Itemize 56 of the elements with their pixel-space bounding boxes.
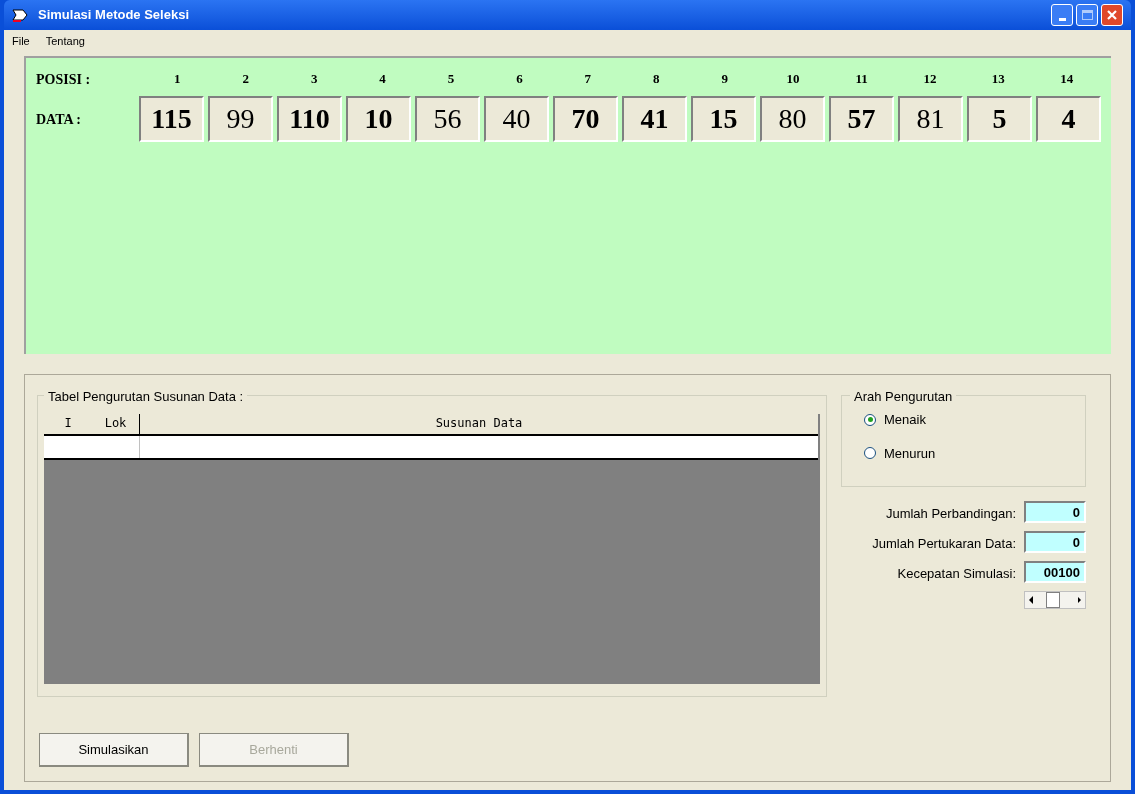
stat-field[interactable]: 0 <box>1024 531 1086 553</box>
position-number: 7 <box>583 70 593 89</box>
position-number: 5 <box>446 70 456 89</box>
position-number: 10 <box>785 70 801 89</box>
position-number: 4 <box>378 70 387 89</box>
position-number: 3 <box>309 70 319 89</box>
position-number: 2 <box>241 70 250 89</box>
data-cell: 10 <box>346 96 411 142</box>
position-number: 13 <box>990 70 1006 89</box>
radio-option[interactable]: Menurun <box>864 443 1085 463</box>
data-cell: 4 <box>1036 96 1101 142</box>
stat-label: Jumlah Pertukaran Data: <box>871 535 1016 553</box>
minimize-button[interactable] <box>1051 4 1073 26</box>
app-icon <box>12 7 30 23</box>
stat-label: Jumlah Perbandingan: <box>884 505 1016 523</box>
data-cell: 15 <box>691 96 756 142</box>
data-cell: 40 <box>484 96 549 142</box>
column-header[interactable]: Susunan Data <box>140 414 818 434</box>
speed-scrollbar[interactable] <box>1024 591 1086 609</box>
scroll-right-icon <box>1078 597 1081 603</box>
close-button[interactable] <box>1101 4 1123 26</box>
data-cell: 56 <box>415 96 480 142</box>
stat-label: Kecepatan Simulasi: <box>896 565 1016 583</box>
position-number: 8 <box>652 70 661 89</box>
position-number: 9 <box>720 70 729 89</box>
action-button[interactable]: Simulasikan <box>39 733 189 767</box>
data-cell: 81 <box>898 96 963 142</box>
data-cell: 115 <box>139 96 204 142</box>
maximize-button[interactable] <box>1076 4 1098 26</box>
column-header[interactable]: Lok <box>92 414 140 434</box>
data-cell: 70 <box>553 96 618 142</box>
stat-field[interactable]: 00100 <box>1024 561 1086 583</box>
menu-item[interactable]: Tentang <box>45 32 85 50</box>
data-cell: 41 <box>622 96 687 142</box>
position-number: 11 <box>854 70 869 89</box>
data-cell: 110 <box>277 96 342 142</box>
window-title: Simulasi Metode Seleksi <box>38 6 189 25</box>
position-number: 1 <box>173 70 182 89</box>
scroll-thumb[interactable] <box>1046 592 1060 608</box>
close-icon <box>1106 9 1118 21</box>
minimize-icon <box>1058 18 1066 21</box>
data-cell: 99 <box>208 96 273 142</box>
maximize-icon <box>1081 10 1093 20</box>
radio-option[interactable]: Menaik <box>864 410 1085 430</box>
menu-item[interactable]: File <box>12 32 30 50</box>
data-label: DATA : <box>36 110 82 129</box>
data-cell: 57 <box>829 96 894 142</box>
position-number: 14 <box>1059 70 1075 89</box>
column-header[interactable]: I <box>44 414 92 434</box>
position-number: 12 <box>922 70 938 89</box>
position-label: POSISI : <box>36 70 92 89</box>
data-cell: 5 <box>967 96 1032 142</box>
data-cell: 80 <box>760 96 825 142</box>
position-number: 6 <box>515 70 524 89</box>
scroll-left-icon <box>1029 596 1033 604</box>
stat-field[interactable]: 0 <box>1024 501 1086 523</box>
